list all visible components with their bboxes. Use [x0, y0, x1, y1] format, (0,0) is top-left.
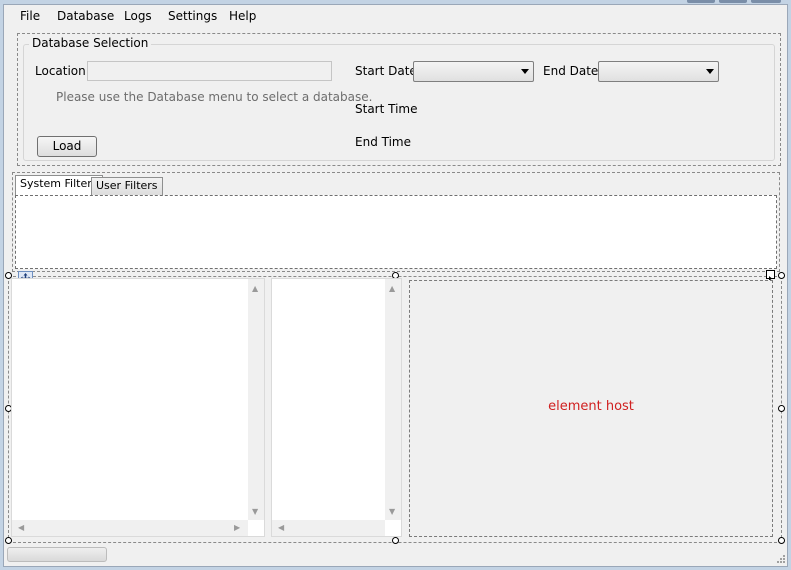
progress-bar	[7, 547, 107, 562]
end-date-label: End Date	[543, 64, 599, 78]
menu-settings[interactable]: Settings	[168, 9, 217, 23]
scroll-down-icon[interactable]: ▼	[252, 508, 258, 516]
load-button[interactable]: Load	[37, 136, 97, 157]
vertical-scrollbar[interactable]: ▲ ▼	[385, 279, 401, 520]
menu-help[interactable]: Help	[229, 9, 256, 23]
selection-handle[interactable]	[778, 405, 785, 412]
database-hint: Please use the Database menu to select a…	[56, 90, 373, 104]
selection-handle[interactable]	[778, 537, 785, 544]
location-field[interactable]	[87, 61, 332, 81]
minimize-button-edge[interactable]	[687, 0, 715, 3]
end-time-label: End Time	[355, 135, 411, 149]
resize-grip-icon[interactable]	[775, 553, 785, 563]
vertical-scrollbar[interactable]: ▲ ▼	[248, 279, 264, 520]
list-panel-left[interactable]: ▲ ▼ ◀ ▶	[11, 278, 265, 537]
selection-handle[interactable]	[5, 537, 12, 544]
system-filters-page	[15, 195, 777, 269]
menu-bar: File Database Logs Settings Help	[4, 5, 787, 28]
end-date-dropdown[interactable]	[598, 61, 719, 82]
selection-handle[interactable]	[392, 537, 399, 544]
list-panel-middle[interactable]: ▲ ▼ ◀	[271, 278, 402, 537]
chevron-down-icon	[706, 69, 714, 74]
horizontal-scrollbar[interactable]: ◀	[272, 520, 385, 536]
status-bar	[6, 546, 787, 565]
element-host: element host	[409, 280, 773, 537]
selection-handle[interactable]	[778, 272, 785, 279]
main-form: File Database Logs Settings Help Databas…	[3, 4, 788, 567]
start-time-label: Start Time	[355, 102, 418, 116]
group-title: Database Selection	[29, 36, 152, 50]
menu-file[interactable]: File	[20, 9, 40, 23]
close-button-edge[interactable]	[751, 0, 781, 3]
horizontal-scrollbar[interactable]: ◀ ▶	[12, 520, 248, 536]
database-selection-group: Database Selection Location Please use t…	[17, 33, 781, 166]
start-date-dropdown[interactable]	[413, 61, 534, 82]
tab-user-filters[interactable]: User Filters	[91, 177, 163, 195]
chevron-down-icon	[521, 69, 529, 74]
scroll-left-icon[interactable]: ◀	[278, 524, 284, 532]
start-date-label: Start Date	[355, 64, 417, 78]
element-host-label: element host	[548, 399, 634, 414]
scroll-up-icon[interactable]: ▲	[252, 285, 258, 293]
tab-system-filters[interactable]: System Filters	[15, 175, 103, 195]
scroll-left-icon[interactable]: ◀	[18, 524, 24, 532]
scroll-right-icon[interactable]: ▶	[234, 524, 240, 532]
menu-logs[interactable]: Logs	[124, 9, 152, 23]
location-label: Location	[35, 64, 86, 78]
smart-tag-icon[interactable]	[766, 270, 775, 281]
scroll-up-icon[interactable]: ▲	[389, 285, 395, 293]
menu-database[interactable]: Database	[57, 9, 114, 23]
scroll-down-icon[interactable]: ▼	[389, 508, 395, 516]
maximize-button-edge[interactable]	[719, 0, 747, 3]
filter-tab-control: System Filters User Filters	[12, 172, 780, 272]
